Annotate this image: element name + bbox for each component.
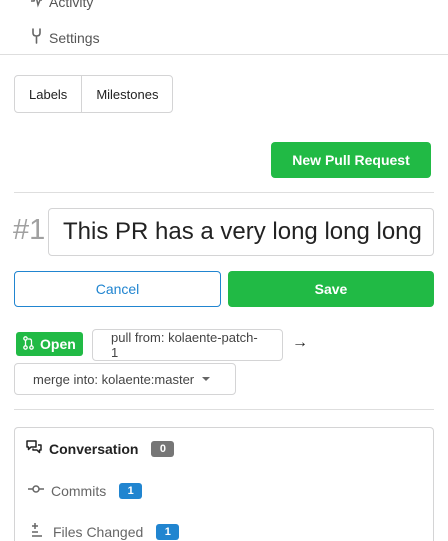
- merge-into-label: merge into: kolaente:master: [33, 371, 195, 387]
- tab-label: Conversation: [49, 440, 139, 457]
- commits-count: 1: [119, 482, 143, 499]
- tab-label: Files Changed: [53, 523, 144, 540]
- comment-discussion-icon: [26, 439, 42, 458]
- status-label: Open: [40, 336, 76, 352]
- nav-item-settings[interactable]: Settings: [30, 28, 100, 47]
- nav-item-label: Settings: [49, 29, 100, 46]
- nav-item-activity[interactable]: Activity: [30, 0, 93, 11]
- tools-icon: [30, 28, 43, 47]
- status-divider: [14, 409, 434, 410]
- tab-conversation[interactable]: Conversation 0: [26, 439, 175, 458]
- merge-into-dropdown[interactable]: merge into: kolaente:master: [14, 363, 236, 395]
- header-divider: [14, 192, 434, 193]
- diff-icon: [30, 522, 46, 541]
- conversation-count: 0: [151, 440, 175, 457]
- pr-title-input[interactable]: This PR has a very long long long: [48, 208, 434, 256]
- milestones-button[interactable]: Milestones: [81, 76, 172, 112]
- labels-button[interactable]: Labels: [15, 76, 81, 112]
- cancel-button[interactable]: Cancel: [14, 271, 221, 307]
- arrow-right-icon: →: [292, 334, 308, 351]
- tab-commits[interactable]: Commits 1: [28, 481, 143, 500]
- pull-request-icon: [23, 335, 34, 353]
- caret-down-icon: [202, 377, 211, 381]
- tab-files-changed[interactable]: Files Changed 1: [30, 522, 180, 541]
- labels-milestones-group: Labels Milestones: [14, 75, 174, 113]
- nav-divider: [0, 54, 448, 55]
- status-badge: Open: [16, 332, 83, 356]
- pr-index: #1: [13, 214, 46, 246]
- tab-label: Commits: [51, 482, 107, 499]
- commit-icon: [28, 481, 44, 500]
- save-button[interactable]: Save: [228, 271, 434, 307]
- nav-item-label: Activity: [49, 0, 94, 10]
- files-changed-count: 1: [156, 523, 180, 540]
- pull-from-branch[interactable]: pull from: kolaente-patch-1: [92, 329, 283, 361]
- activity-icon: [30, 0, 43, 11]
- new-pull-request-button[interactable]: New Pull Request: [271, 142, 431, 178]
